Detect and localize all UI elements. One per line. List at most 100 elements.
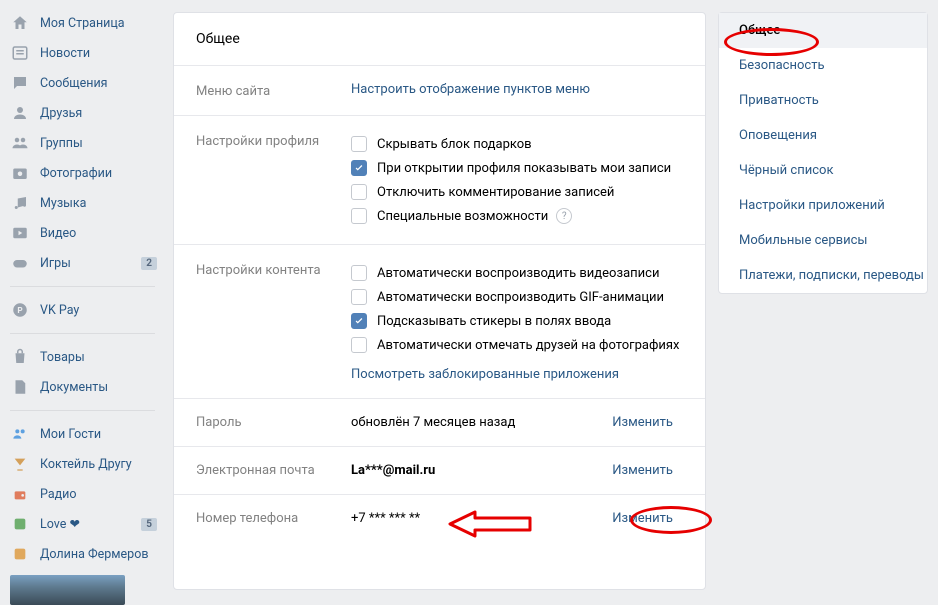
game-icon (10, 253, 30, 273)
nav-item-group[interactable]: Группы (0, 128, 165, 158)
nav-item-farm[interactable]: Долина Фермеров (0, 539, 165, 569)
music-icon (10, 193, 30, 213)
checkbox-row[interactable]: При открытии профиля показывать мои запи… (351, 156, 683, 180)
love-icon (10, 514, 30, 534)
photo-icon (10, 163, 30, 183)
nav-label: Долина Фермеров (40, 547, 148, 562)
checkbox-row[interactable]: Автоматически воспроизводить видеозаписи (351, 261, 683, 285)
msg-icon (10, 73, 30, 93)
email-value: La***@mail.ru (351, 463, 612, 478)
password-change-link[interactable]: Изменить (612, 415, 673, 430)
nav-item-guest[interactable]: Мои Гости (0, 419, 165, 449)
nav-badge: 5 (141, 518, 157, 531)
pay-icon: P (10, 300, 30, 320)
checkbox-row[interactable]: Автоматически воспроизводить GIF-анимаци… (351, 285, 683, 309)
left-sidebar: Моя Страница Новости Сообщения Друзья Гр… (0, 0, 165, 590)
nav-label: Музыка (40, 196, 86, 211)
checkbox[interactable] (351, 208, 367, 224)
password-value: обновлён 7 месяцев назад (351, 415, 612, 430)
guest-icon (10, 424, 30, 444)
nav-label: Сообщения (40, 76, 108, 91)
nav-item-shop[interactable]: Товары (0, 342, 165, 372)
nav-label: Новости (40, 46, 90, 61)
checkbox[interactable] (351, 160, 367, 176)
checkbox-label: Специальные возможности (377, 209, 548, 224)
checkbox[interactable] (351, 184, 367, 200)
shop-icon (10, 347, 30, 367)
settings-nav-Настройки приложений[interactable]: Настройки приложений (719, 188, 927, 223)
doc-icon (10, 377, 30, 397)
nav-label: Товары (40, 350, 85, 365)
nav-item-doc[interactable]: Документы (0, 372, 165, 402)
user-icon (10, 103, 30, 123)
settings-general-card: Общее Меню сайта Настроить отображение п… (173, 12, 706, 590)
checkbox-label: Скрывать блок подарков (377, 137, 532, 152)
checkbox-row[interactable]: Скрывать блок подарков (351, 132, 683, 156)
nav-item-video[interactable]: Видео (0, 218, 165, 248)
nav-item-music[interactable]: Музыка (0, 188, 165, 218)
configure-menu-link[interactable]: Настроить отображение пунктов меню (351, 82, 590, 97)
settings-nav-card: ОбщееБезопасностьПриватностьОповещенияЧё… (718, 12, 928, 294)
checkbox-label: Отключить комментирование записей (377, 185, 614, 200)
content-settings-label: Настройки контента (196, 261, 351, 382)
nav-label: Документы (40, 380, 108, 395)
nav-item-love[interactable]: Love ❤ 5 (0, 509, 165, 539)
phone-change-link[interactable]: Изменить (612, 511, 673, 526)
nav-item-home[interactable]: Моя Страница (0, 8, 165, 38)
checkbox[interactable] (351, 289, 367, 305)
nav-label: Группы (40, 136, 83, 151)
nav-label: Коктейль Другу (40, 457, 132, 472)
settings-nav-Оповещения[interactable]: Оповещения (719, 118, 927, 153)
checkbox[interactable] (351, 313, 367, 329)
farm-icon (10, 544, 30, 564)
nav-item-news[interactable]: Новости (0, 38, 165, 68)
nav-label: Радио (40, 487, 77, 502)
nav-item-game[interactable]: Игры 2 (0, 248, 165, 278)
phone-value: +7 *** *** ** (351, 511, 612, 526)
settings-nav-Приватность[interactable]: Приватность (719, 83, 927, 118)
checkbox[interactable] (351, 337, 367, 353)
checkbox[interactable] (351, 265, 367, 281)
nav-item-photo[interactable]: Фотографии (0, 158, 165, 188)
home-icon (10, 13, 30, 33)
nav-item-pay[interactable]: P VK Pay (0, 295, 165, 325)
nav-label: Видео (40, 226, 76, 241)
page-title: Общее (174, 13, 705, 65)
settings-nav-Общее[interactable]: Общее (719, 13, 927, 48)
nav-label: Друзья (40, 106, 82, 121)
help-icon[interactable]: ? (556, 208, 572, 224)
blocked-apps-link[interactable]: Посмотреть заблокированные приложения (351, 367, 619, 382)
checkbox-row[interactable]: Подсказывать стикеры в полях ввода (351, 309, 683, 333)
nav-label: Игры (40, 256, 71, 271)
checkbox-row[interactable]: Автоматически отмечать друзей на фотогра… (351, 333, 683, 357)
cocktail-icon (10, 454, 30, 474)
news-icon (10, 43, 30, 63)
checkbox-label: Подсказывать стикеры в полях ввода (377, 314, 611, 329)
checkbox-label: Автоматически отмечать друзей на фотогра… (377, 338, 679, 353)
menu-row-label: Меню сайта (196, 82, 351, 99)
settings-nav-Платежи, подписки, переводы[interactable]: Платежи, подписки, переводы (719, 258, 927, 293)
svg-text:P: P (17, 306, 22, 316)
nav-item-cocktail[interactable]: Коктейль Другу (0, 449, 165, 479)
group-icon (10, 133, 30, 153)
nav-item-user[interactable]: Друзья (0, 98, 165, 128)
profile-settings-label: Настройки профиля (196, 132, 351, 228)
email-label: Электронная почта (196, 463, 351, 478)
password-label: Пароль (196, 415, 351, 430)
nav-label: VK Pay (40, 303, 79, 318)
nav-item-radio[interactable]: Радио (0, 479, 165, 509)
checkbox[interactable] (351, 136, 367, 152)
email-change-link[interactable]: Изменить (612, 463, 673, 478)
nav-label: Моя Страница (40, 16, 125, 31)
sidebar-thumbnail[interactable] (10, 575, 125, 605)
checkbox-label: При открытии профиля показывать мои запи… (377, 161, 671, 176)
checkbox-label: Автоматически воспроизводить GIF-анимаци… (377, 290, 664, 305)
checkbox-row[interactable]: Специальные возможности ? (351, 204, 683, 228)
nav-label: Мои Гости (40, 427, 101, 442)
checkbox-label: Автоматически воспроизводить видеозаписи (377, 266, 659, 281)
checkbox-row[interactable]: Отключить комментирование записей (351, 180, 683, 204)
settings-nav-Безопасность[interactable]: Безопасность (719, 48, 927, 83)
settings-nav-Мобильные сервисы[interactable]: Мобильные сервисы (719, 223, 927, 258)
nav-item-msg[interactable]: Сообщения (0, 68, 165, 98)
settings-nav-Чёрный список[interactable]: Чёрный список (719, 153, 927, 188)
